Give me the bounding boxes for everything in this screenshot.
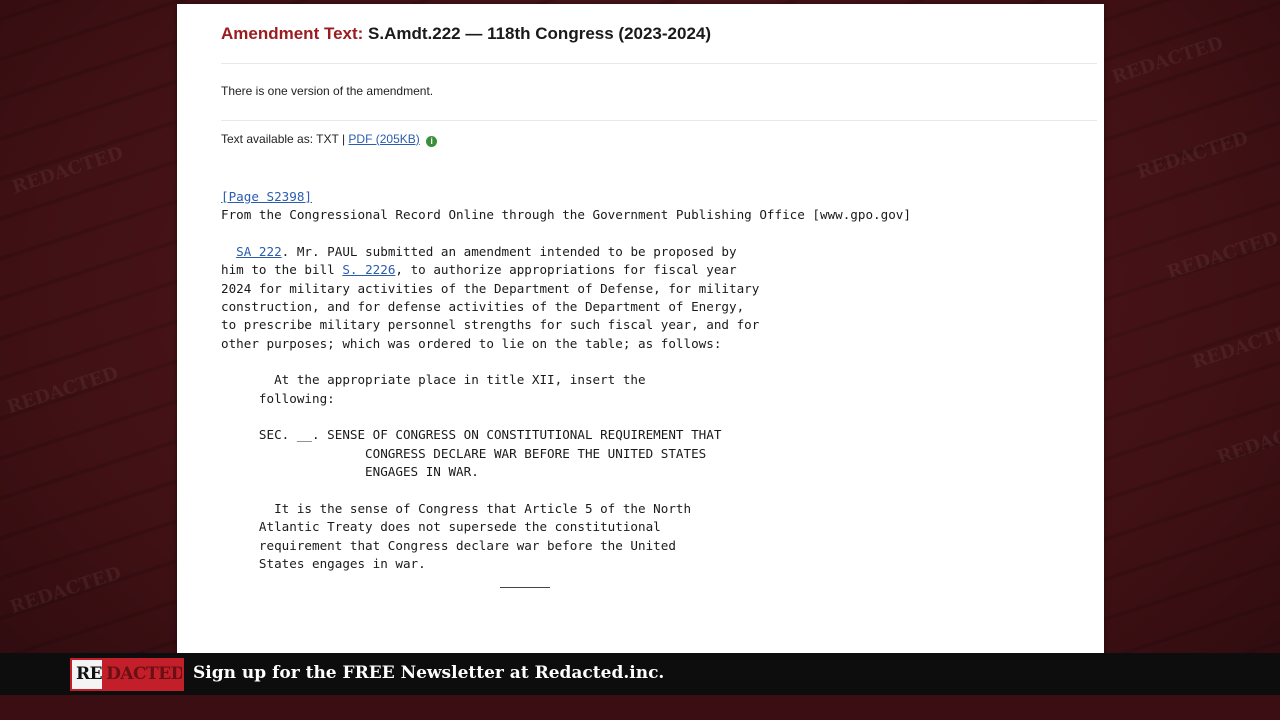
text-formats: Text available as: TXT | PDF (205KB) i [221, 132, 438, 147]
source-line: From the Congressional Record Online thr… [221, 207, 911, 223]
end-divider [500, 587, 550, 588]
page-title-label: Amendment Text: [221, 24, 364, 43]
newsletter-banner: RE DACTED Sign up for the FREE Newsletter… [0, 653, 1280, 695]
paragraph-insert: At the appropriate place in title XII, i… [258, 372, 646, 406]
divider [221, 63, 1097, 64]
page-title: Amendment Text: S.Amdt.222 — 118th Congr… [221, 24, 711, 44]
sa-222-link[interactable]: SA 222 [236, 244, 282, 259]
text-formats-prefix: Text available as: TXT | [221, 132, 346, 146]
paragraph-sense: It is the sense of Congress that Article… [258, 500, 692, 571]
logo-dacted: DACTED [102, 660, 182, 689]
divider [221, 120, 1097, 121]
amendment-page: Amendment Text: S.Amdt.222 — 118th Congr… [177, 4, 1104, 654]
redacted-logo: RE DACTED [70, 658, 184, 691]
newsletter-text: Sign up for the FREE Newsletter at Redac… [193, 663, 665, 683]
info-circle-icon[interactable]: i [426, 136, 438, 147]
congressional-record-text: [Page S2398] From the Congressional Reco… [221, 188, 911, 573]
logo-re: RE [76, 664, 103, 684]
versions-note: There is one version of the amendment. [221, 84, 434, 98]
page-title-text: S.Amdt.222 — 118th Congress (2023-2024) [368, 24, 712, 43]
bottom-strip [0, 695, 1280, 720]
section-heading: SEC. __. SENSE OF CONGRESS ON CONSTITUTI… [258, 427, 722, 480]
bill-s2226-link[interactable]: S. 2226 [342, 262, 395, 277]
page-link[interactable]: [Page S2398] [221, 189, 312, 204]
pdf-link[interactable]: PDF (205KB) [348, 132, 419, 146]
